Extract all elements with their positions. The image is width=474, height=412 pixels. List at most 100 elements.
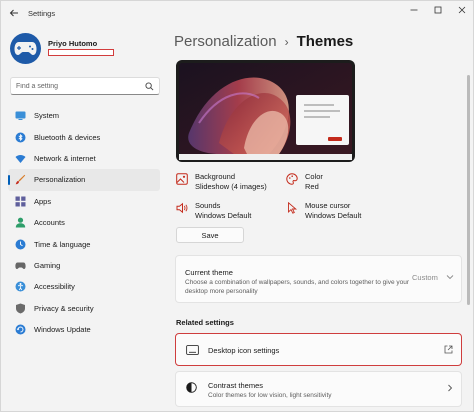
sidebar-item-windows-update[interactable]: Windows Update xyxy=(8,319,160,340)
maximize-icon xyxy=(434,6,442,14)
bluetooth-icon xyxy=(15,132,26,143)
contrast-themes-description: Color themes for low vision, light sensi… xyxy=(208,392,332,399)
speaker-icon xyxy=(176,202,188,214)
refresh-icon xyxy=(15,324,26,335)
desktop-icon xyxy=(186,345,199,355)
color-title: Color xyxy=(305,172,323,181)
gamepad-avatar-icon xyxy=(14,42,37,55)
cursor-icon xyxy=(288,202,298,214)
mouse-cursor-value: Windows Default xyxy=(305,211,362,220)
current-theme-dropdown[interactable]: Custom xyxy=(412,273,438,282)
user-email-redacted xyxy=(48,49,114,56)
settings-window: Settings Priyo Hutomo System xyxy=(0,0,474,412)
background-text: Background Slideshow (4 images) xyxy=(195,172,267,192)
image-icon xyxy=(176,173,188,185)
gamepad-icon xyxy=(15,262,26,269)
accessibility-icon xyxy=(15,281,26,292)
preview-line xyxy=(304,104,334,106)
app-title: Settings xyxy=(28,9,56,18)
search-box[interactable] xyxy=(10,77,160,95)
sounds-title: Sounds xyxy=(195,201,221,210)
sidebar-item-privacy-security[interactable]: Privacy & security xyxy=(8,298,160,319)
contrast-themes-link[interactable]: Contrast themes Color themes for low vis… xyxy=(175,371,462,407)
sidebar-item-system[interactable]: System xyxy=(8,105,160,126)
theme-preview xyxy=(176,60,355,162)
breadcrumb-separator: › xyxy=(284,35,289,49)
chevron-right-icon xyxy=(448,384,453,392)
globe-clock-icon xyxy=(15,239,26,250)
sidebar-item-label: Windows Update xyxy=(34,325,91,335)
close-button[interactable] xyxy=(453,4,471,18)
related-settings-heading: Related settings xyxy=(176,318,234,327)
sidebar-item-label: System xyxy=(34,111,60,121)
palette-icon xyxy=(286,173,298,185)
sidebar-item-accounts[interactable]: Accounts xyxy=(8,212,160,233)
sidebar-item-label: Apps xyxy=(34,196,52,206)
monitor-icon xyxy=(15,111,26,121)
preview-line xyxy=(304,110,340,112)
brush-icon xyxy=(15,175,26,185)
sidebar-item-apps[interactable]: Apps xyxy=(8,191,160,212)
background-title: Background xyxy=(195,172,236,181)
background-value: Slideshow (4 images) xyxy=(195,182,267,191)
breadcrumb: Personalization › Themes xyxy=(174,33,353,53)
sounds-value: Windows Default xyxy=(195,211,252,220)
desktop-icon-settings-link[interactable]: Desktop icon settings xyxy=(175,333,462,366)
contrast-icon xyxy=(186,382,197,393)
sounds-setting[interactable]: Sounds Windows Default xyxy=(176,201,251,221)
chevron-down-icon xyxy=(446,275,454,280)
save-theme-button[interactable]: Save xyxy=(176,227,244,243)
contrast-themes-title: Contrast themes xyxy=(208,381,264,390)
sidebar-item-label: Network & internet xyxy=(34,153,96,163)
sidebar-item-label: Personalization xyxy=(34,175,86,185)
sidebar-item-label: Accessibility xyxy=(34,282,75,292)
sidebar-item-accessibility[interactable]: Accessibility xyxy=(8,276,160,297)
background-setting[interactable]: Background Slideshow (4 images) xyxy=(176,172,267,192)
sidebar-item-network[interactable]: Network & internet xyxy=(8,148,160,169)
sidebar-item-label: Bluetooth & devices xyxy=(34,132,101,142)
color-setting[interactable]: Color Red xyxy=(286,172,323,192)
user-name: Priyo Hutomo xyxy=(48,39,98,48)
minimize-icon xyxy=(410,9,418,11)
sidebar-item-personalization[interactable]: Personalization xyxy=(8,169,160,191)
page-title: Themes xyxy=(296,33,354,50)
sidebar-item-bluetooth[interactable]: Bluetooth & devices xyxy=(8,126,160,147)
person-icon xyxy=(15,217,26,228)
preview-accent-button xyxy=(328,137,342,141)
current-theme-title: Current theme xyxy=(185,268,233,277)
sidebar-nav: System Bluetooth & devices Network & int… xyxy=(8,105,160,340)
external-link-icon xyxy=(444,345,453,354)
title-bar: Settings xyxy=(1,1,473,25)
cursor-text: Mouse cursor Windows Default xyxy=(305,201,361,221)
current-theme-description: Choose a combination of wallpapers, soun… xyxy=(185,279,410,295)
mouse-cursor-setting[interactable]: Mouse cursor Windows Default xyxy=(286,201,361,221)
sounds-text: Sounds Windows Default xyxy=(195,201,251,221)
sidebar-item-time-language[interactable]: Time & language xyxy=(8,233,160,254)
maximize-button[interactable] xyxy=(429,4,447,18)
arrow-left-icon xyxy=(9,9,18,17)
breadcrumb-parent[interactable]: Personalization xyxy=(174,33,277,50)
apps-icon xyxy=(15,196,26,207)
wifi-icon xyxy=(15,154,26,163)
color-value: Red xyxy=(305,182,319,191)
minimize-button[interactable] xyxy=(405,4,423,18)
search-icon[interactable] xyxy=(145,82,154,91)
scrollbar[interactable] xyxy=(467,75,470,305)
current-theme-card[interactable]: Current theme Choose a combination of wa… xyxy=(175,255,462,303)
close-icon xyxy=(458,6,466,14)
mouse-cursor-title: Mouse cursor xyxy=(305,201,351,210)
back-button[interactable] xyxy=(7,6,21,20)
search-input[interactable] xyxy=(16,81,141,92)
sidebar-item-label: Accounts xyxy=(34,218,65,228)
desktop-icon-settings-label: Desktop icon settings xyxy=(208,346,280,355)
preview-taskbar xyxy=(179,154,352,160)
sidebar-item-label: Privacy & security xyxy=(34,303,94,313)
avatar[interactable] xyxy=(10,33,41,64)
preview-window-mock xyxy=(296,95,349,145)
wallpaper-preview xyxy=(179,63,352,154)
shield-icon xyxy=(16,303,25,314)
sidebar-item-label: Time & language xyxy=(34,239,91,249)
color-text: Color Red xyxy=(305,172,323,192)
sidebar-item-gaming[interactable]: Gaming xyxy=(8,255,160,276)
preview-line xyxy=(304,116,330,118)
